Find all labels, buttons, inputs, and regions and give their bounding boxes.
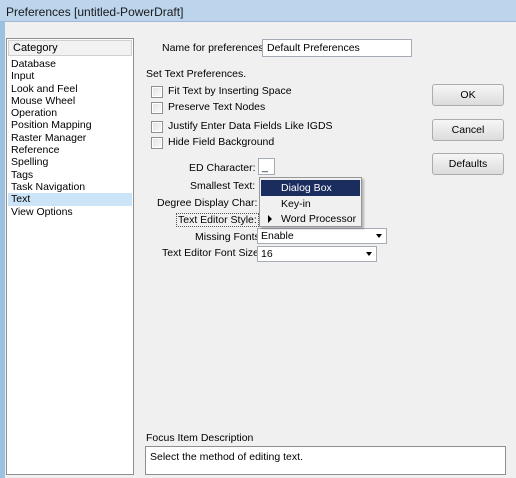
ok-button[interactable]: OK [432, 84, 504, 106]
category-item-text[interactable]: Text [8, 193, 132, 206]
ed-character-input[interactable]: _ [258, 158, 275, 175]
preferences-name-input[interactable]: Default Preferences [262, 39, 412, 57]
category-item-mouse-wheel[interactable]: Mouse Wheel [8, 95, 132, 107]
font-size-select[interactable]: 16 [257, 246, 377, 262]
degree-display-char-label: Degree Display Char: [157, 197, 258, 209]
category-item-reference[interactable]: Reference [8, 144, 132, 156]
preserve-text-nodes-label: Preserve Text Nodes [168, 101, 266, 113]
category-items: Database Input Look and Feel Mouse Wheel… [8, 58, 132, 218]
cancel-button[interactable]: Cancel [432, 119, 504, 141]
category-item-look-and-feel[interactable]: Look and Feel [8, 83, 132, 95]
category-item-view-options[interactable]: View Options [8, 206, 132, 218]
chevron-down-icon [376, 234, 382, 238]
window-title: Preferences [untitled-PowerDraft] [6, 5, 184, 19]
menu-item-word-processor[interactable]: Word Processor [261, 211, 360, 227]
menu-item-dialog-box[interactable]: Dialog Box [261, 180, 360, 196]
menu-item-key-in[interactable]: Key-in [261, 196, 360, 212]
missing-fonts-value: Enable [261, 230, 294, 242]
ed-character-label: ED Character: [189, 162, 256, 174]
category-item-database[interactable]: Database [8, 58, 132, 70]
category-item-spelling[interactable]: Spelling [8, 156, 132, 168]
selected-marker-icon [268, 215, 272, 223]
preferences-window: Preferences [untitled-PowerDraft] Catego… [0, 0, 516, 478]
hide-field-background-label: Hide Field Background [168, 136, 275, 148]
text-editor-style-menu: Dialog Box Key-in Word Processor [259, 177, 362, 227]
focus-item-label: Focus Item Description [146, 432, 254, 444]
category-list[interactable]: Category Database Input Look and Feel Mo… [6, 38, 134, 475]
font-size-value: 16 [261, 248, 273, 260]
missing-fonts-select[interactable]: Enable [257, 228, 387, 244]
category-item-raster-manager[interactable]: Raster Manager [8, 132, 132, 144]
category-item-operation[interactable]: Operation [8, 107, 132, 119]
fit-text-label: Fit Text by Inserting Space [168, 85, 292, 97]
menu-item-label: Key-in [281, 198, 311, 210]
text-editor-font-size-label: Text Editor Font Size [162, 247, 259, 259]
text-editor-style-label: Text Editor Style: [176, 213, 259, 227]
smallest-text-label: Smallest Text: [190, 180, 256, 192]
menu-item-label: Dialog Box [281, 182, 332, 194]
justify-enter-data-checkbox[interactable] [151, 121, 163, 133]
hide-field-background-checkbox[interactable] [151, 137, 163, 149]
title-bar[interactable]: Preferences [untitled-PowerDraft] [0, 0, 516, 22]
category-item-input[interactable]: Input [8, 70, 132, 82]
preserve-text-nodes-checkbox[interactable] [151, 102, 163, 114]
chevron-down-icon [366, 252, 372, 256]
menu-item-label: Word Processor [281, 213, 357, 225]
category-item-task-navigation[interactable]: Task Navigation [8, 181, 132, 193]
defaults-button[interactable]: Defaults [432, 153, 504, 175]
section-label: Set Text Preferences. [146, 68, 247, 80]
category-item-tags[interactable]: Tags [8, 169, 132, 181]
justify-enter-data-label: Justify Enter Data Fields Like IGDS [168, 120, 333, 132]
focus-item-description: Select the method of editing text. [145, 446, 506, 475]
category-header: Category [8, 40, 132, 56]
category-item-position-mapping[interactable]: Position Mapping [8, 119, 132, 131]
missing-fonts-label: Missing Fonts: [195, 231, 263, 243]
name-for-preferences-label: Name for preferences [162, 42, 264, 54]
fit-text-checkbox[interactable] [151, 86, 163, 98]
